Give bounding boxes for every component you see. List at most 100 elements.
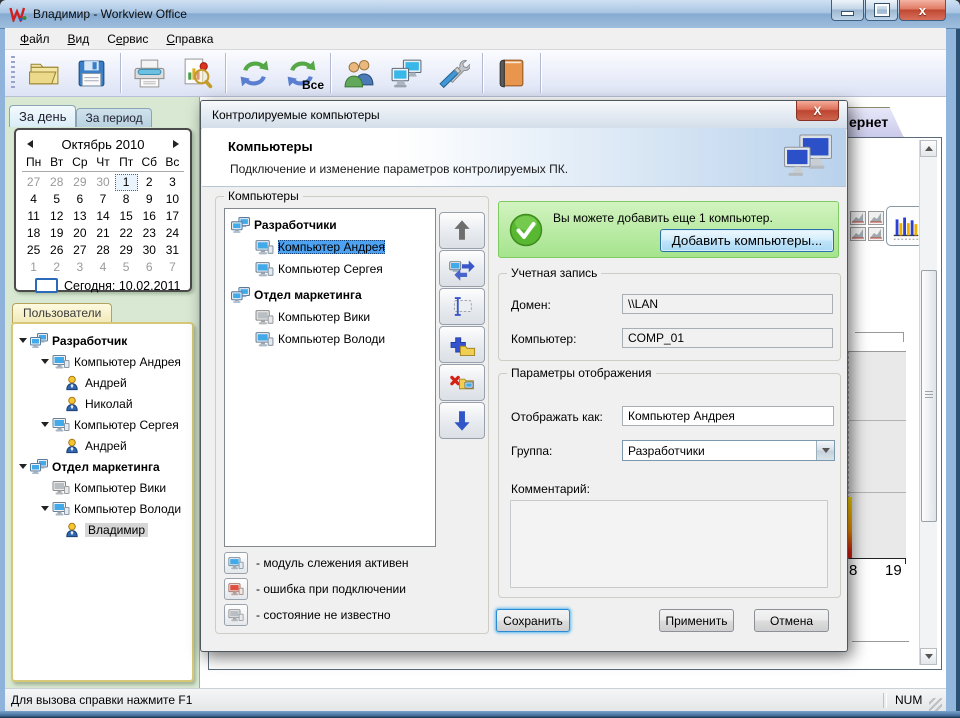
cancel-button[interactable]: Отмена	[754, 609, 829, 632]
resize-grip[interactable]	[929, 698, 942, 711]
chart-style-grid[interactable]	[850, 211, 884, 241]
calendar-day[interactable]: 1	[114, 174, 138, 191]
calendar-day[interactable]: 29	[68, 174, 91, 191]
calendar-day[interactable]: 16	[138, 208, 161, 225]
tree-user-andrey[interactable]: Андрей	[15, 372, 190, 393]
scroll-down-button[interactable]	[920, 648, 937, 665]
settings-button[interactable]	[430, 52, 477, 94]
window-titlebar[interactable]: Владимир - Workview Office x	[0, 0, 960, 29]
dialog-titlebar[interactable]: Контролируемые компьютеры	[201, 101, 847, 129]
calendar-day[interactable]: 1	[22, 259, 45, 276]
calendar-day[interactable]: 21	[91, 225, 114, 242]
calendar-day[interactable]: 12	[45, 208, 68, 225]
save-button[interactable]: Сохранить	[496, 609, 570, 632]
calendar-day[interactable]: 27	[68, 242, 91, 259]
help-book-button[interactable]	[488, 52, 535, 94]
area-chart-thumb-icon[interactable]	[850, 227, 866, 241]
comment-textarea[interactable]	[510, 500, 828, 588]
calendar-day[interactable]: 25	[22, 242, 45, 259]
toolbar-grip[interactable]	[11, 56, 15, 90]
calendar-day[interactable]: 9	[138, 191, 161, 208]
calendar-day[interactable]: 19	[45, 225, 68, 242]
computers-button[interactable]	[383, 52, 430, 94]
calendar-day[interactable]: 20	[68, 225, 91, 242]
calendar-day[interactable]: 29	[115, 242, 138, 259]
menu-service[interactable]: Сервис	[98, 29, 157, 49]
calendar-day[interactable]: 17	[161, 208, 184, 225]
expand-arrow-icon[interactable]	[41, 506, 52, 511]
calendar-day[interactable]: 2	[45, 259, 68, 276]
menu-help[interactable]: Справка	[157, 29, 222, 49]
tree-computer-vika[interactable]: Компьютер Вики	[15, 477, 190, 498]
calendar-day[interactable]: 13	[68, 208, 91, 225]
tree-user-andrey2[interactable]: Андрей	[15, 435, 190, 456]
rename-button[interactable]	[439, 288, 485, 325]
reconnect-button[interactable]	[439, 250, 485, 287]
users-tab[interactable]: Пользователи	[12, 303, 113, 323]
area-chart-thumb-icon[interactable]	[868, 211, 884, 225]
calendar-day[interactable]: 31	[161, 242, 184, 259]
calendar-day[interactable]: 3	[161, 174, 184, 191]
tree-group-developers[interactable]: Разработчик	[15, 330, 190, 351]
calendar-day[interactable]: 28	[91, 242, 114, 259]
dtree-group-marketing[interactable]: Отдел маркетинга	[225, 284, 435, 306]
calendar-day[interactable]: 5	[45, 191, 68, 208]
tree-user-nikolay[interactable]: Николай	[15, 393, 190, 414]
tab-period[interactable]: За период	[76, 108, 152, 127]
calendar-day[interactable]: 4	[91, 259, 114, 276]
dialog-close-button[interactable]: X	[796, 101, 839, 121]
computer-field[interactable]	[622, 328, 833, 348]
calendar-day[interactable]: 8	[115, 191, 138, 208]
calendar-day[interactable]: 6	[68, 191, 91, 208]
calendar-month-label[interactable]: Октябрь 2010	[38, 137, 168, 152]
calendar-day[interactable]: 4	[22, 191, 45, 208]
apply-button[interactable]: Применить	[659, 609, 734, 632]
tab-day[interactable]: За день	[9, 105, 77, 127]
combobox-dropdown-button[interactable]	[816, 441, 834, 460]
print-button[interactable]	[126, 52, 173, 94]
calendar-day[interactable]: 23	[138, 225, 161, 242]
dtree-group-developers[interactable]: Разработчики	[225, 214, 435, 236]
expand-arrow-icon[interactable]	[19, 464, 30, 469]
menu-view[interactable]: Вид	[59, 29, 99, 49]
menu-file[interactable]: Файл	[11, 29, 59, 49]
area-chart-thumb-icon[interactable]	[868, 227, 884, 241]
close-button[interactable]: x	[899, 0, 946, 21]
calendar-day[interactable]: 2	[138, 174, 161, 191]
calendar-day[interactable]: 30	[91, 174, 114, 191]
dtree-computer-volodya[interactable]: Компьютер Володи	[225, 328, 435, 350]
calendar-day[interactable]: 11	[22, 208, 45, 225]
vertical-scrollbar[interactable]	[919, 140, 937, 665]
save-button[interactable]	[68, 52, 115, 94]
calendar-day[interactable]: 6	[138, 259, 161, 276]
calendar-day[interactable]: 28	[45, 174, 68, 191]
scroll-up-button[interactable]	[920, 140, 937, 157]
add-group-button[interactable]	[439, 326, 485, 363]
calendar-day[interactable]: 22	[115, 225, 138, 242]
calendar-day[interactable]: 27	[22, 174, 45, 191]
open-button[interactable]	[21, 52, 68, 94]
move-up-button[interactable]	[439, 212, 485, 249]
tree-user-vladimir-selected[interactable]: Владимир	[15, 519, 190, 540]
domain-field[interactable]	[622, 294, 833, 314]
maximize-button[interactable]	[865, 0, 898, 21]
tree-group-marketing[interactable]: Отдел маркетинга	[15, 456, 190, 477]
group-combobox[interactable]: Разработчики	[622, 440, 835, 461]
area-chart-thumb-icon[interactable]	[850, 211, 866, 225]
dtree-computer-vika[interactable]: Компьютер Вики	[225, 306, 435, 328]
calendar-day[interactable]: 30	[138, 242, 161, 259]
display-as-field[interactable]	[622, 406, 834, 426]
report-button[interactable]	[173, 52, 220, 94]
minimize-button[interactable]	[831, 0, 864, 21]
calendar-day[interactable]: 24	[161, 225, 184, 242]
calendar-day[interactable]: 15	[115, 208, 138, 225]
calendar-day[interactable]: 10	[161, 191, 184, 208]
tree-computer-sergey[interactable]: Компьютер Сергея	[15, 414, 190, 435]
calendar-day[interactable]: 3	[68, 259, 91, 276]
move-down-button[interactable]	[439, 402, 485, 439]
expand-arrow-icon[interactable]	[41, 359, 52, 364]
calendar-next-button[interactable]	[168, 140, 184, 148]
tree-computer-volodya[interactable]: Компьютер Володи	[15, 498, 190, 519]
refresh-all-button[interactable]: Все	[278, 52, 325, 94]
dtree-computer-andrey-selected[interactable]: Компьютер Андрея	[225, 236, 435, 258]
